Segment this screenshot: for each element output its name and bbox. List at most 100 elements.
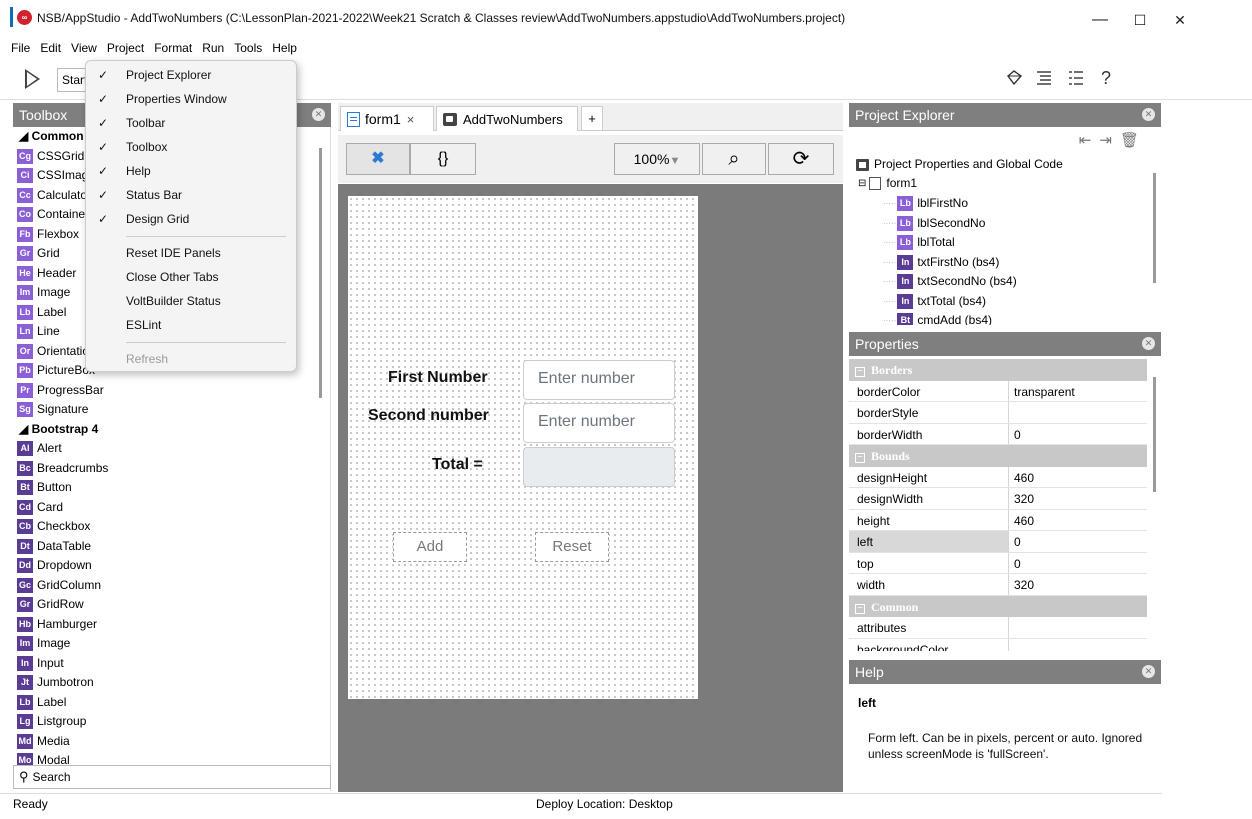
tree-control-item[interactable]: ····· Bt cmdAdd (bs4) <box>883 311 992 325</box>
property-row[interactable]: backgroundColor <box>849 638 1147 652</box>
property-value[interactable]: 320 <box>1009 574 1147 595</box>
tree-control-item[interactable]: ····· In txtSecondNo (bs4) <box>883 272 1017 292</box>
menu-run[interactable]: Run <box>197 38 229 60</box>
menu-help[interactable]: Help <box>267 38 302 60</box>
tab-close-icon[interactable]: × <box>407 112 415 127</box>
toolbox-item[interactable]: Pr ProgressBar <box>13 381 331 401</box>
collapse-icon[interactable]: − <box>855 367 865 377</box>
toolbox-item[interactable]: In Input <box>13 654 331 674</box>
property-row[interactable]: width 320 <box>849 574 1147 596</box>
refresh-icon[interactable]: ⟳ <box>768 143 834 175</box>
toolbox-item[interactable]: Md Media <box>13 732 331 752</box>
list-icon[interactable] <box>1030 68 1058 93</box>
toolbox-item[interactable]: Al Alert <box>13 439 331 459</box>
view-menu-item[interactable]: ✓ Status Bar <box>86 184 296 206</box>
property-value[interactable]: 460 <box>1009 467 1147 488</box>
help-icon[interactable]: ? <box>1092 68 1120 89</box>
toolbox-item[interactable]: Mo Modal <box>13 751 331 765</box>
property-category[interactable]: − Bounds <box>849 445 1147 467</box>
property-value[interactable]: 0 <box>1009 553 1147 574</box>
close-window-button[interactable]: ✕ <box>1160 6 1200 34</box>
explorer-scrollbar[interactable] <box>1153 173 1156 283</box>
toolbox-item[interactable]: Gc GridColumn <box>13 576 331 596</box>
property-row[interactable]: designWidth 320 <box>849 488 1147 510</box>
cmd-add-button[interactable]: Add <box>393 532 467 562</box>
menu-view[interactable]: View <box>66 38 102 60</box>
property-value[interactable]: 0 <box>1009 531 1147 552</box>
add-tab-button[interactable]: + <box>581 106 603 131</box>
tab-form1[interactable]: form1 × <box>340 106 434 131</box>
toolbox-item[interactable]: Bt Button <box>13 478 331 498</box>
property-row[interactable]: designHeight 460 <box>849 466 1147 488</box>
tree-control-item[interactable]: ····· In txtTotal (bs4) <box>883 292 986 312</box>
details-icon[interactable] <box>1062 68 1090 93</box>
tree-control-item[interactable]: ····· Lb lblTotal <box>883 233 955 253</box>
tree-control-item[interactable]: ····· In txtFirstNo (bs4) <box>883 253 999 273</box>
property-value[interactable]: transparent <box>1009 381 1147 402</box>
tab-addtwonumbers[interactable]: AddTwoNumbers <box>436 106 578 131</box>
property-value[interactable] <box>1009 639 1147 652</box>
view-menu-item[interactable]: ✓ Help <box>86 160 296 182</box>
view-menu-item[interactable]: ✓ Design Grid <box>86 208 296 230</box>
property-row[interactable]: left 0 <box>849 531 1147 553</box>
close-icon[interactable]: ✕ <box>1142 337 1155 350</box>
preview-search-icon[interactable]: ⌕ <box>702 143 766 175</box>
close-icon[interactable]: ✕ <box>1142 665 1155 678</box>
menu-project[interactable]: Project <box>102 38 149 60</box>
lbl-total[interactable]: Total = <box>432 456 483 474</box>
maximize-button[interactable]: ☐ <box>1120 6 1160 34</box>
txt-second-no[interactable]: Enter number <box>523 403 675 443</box>
toolbox-search[interactable]: ⚲ Search <box>13 765 331 789</box>
collapse-icon[interactable]: − <box>855 453 865 463</box>
menu-tools[interactable]: Tools <box>229 38 267 60</box>
menu-file[interactable]: File <box>6 38 35 60</box>
form1-design-surface[interactable]: First Number Second number Total = Enter… <box>348 196 698 699</box>
property-category[interactable]: − Borders <box>849 359 1147 381</box>
property-row[interactable]: borderColor transparent <box>849 380 1147 402</box>
toolbox-group-bootstrap[interactable]: ◢ Bootstrap 4 <box>13 420 331 440</box>
close-icon[interactable]: ✕ <box>312 108 325 121</box>
view-menu-action[interactable]: VoltBuilder Status <box>86 290 296 312</box>
zoom-select[interactable]: 100%▼ <box>614 143 700 175</box>
toolbox-item[interactable]: Cb Checkbox <box>13 517 331 537</box>
property-value[interactable]: 320 <box>1009 488 1147 509</box>
property-row[interactable]: borderStyle <box>849 402 1147 424</box>
property-row[interactable]: height 460 <box>849 509 1147 531</box>
menu-edit[interactable]: Edit <box>35 38 66 60</box>
toolbox-item[interactable]: Sg Signature <box>13 400 331 420</box>
property-value[interactable]: 0 <box>1009 424 1147 445</box>
property-category[interactable]: − Common <box>849 595 1147 617</box>
property-row[interactable]: borderWidth 0 <box>849 423 1147 445</box>
code-view-button[interactable]: {} <box>410 143 476 175</box>
design-view-button[interactable]: ✖ <box>346 143 410 175</box>
device-icon[interactable] <box>1000 68 1028 93</box>
collapse-icon[interactable]: − <box>855 603 865 614</box>
lbl-second-no[interactable]: Second number <box>368 407 489 425</box>
toolbox-scrollbar[interactable] <box>319 148 322 398</box>
property-value[interactable]: 460 <box>1009 510 1147 531</box>
view-menu-item[interactable]: ✓ Toolbox <box>86 136 296 158</box>
menu-format[interactable]: Format <box>149 38 197 60</box>
view-menu-item[interactable]: ✓ Project Explorer <box>86 64 296 86</box>
properties-scrollbar[interactable] <box>1153 377 1156 492</box>
minimize-button[interactable]: — <box>1080 6 1120 34</box>
toolbox-item[interactable]: Im Image <box>13 634 331 654</box>
toolbox-item[interactable]: Gr GridRow <box>13 595 331 615</box>
tree-control-item[interactable]: ····· Lb lblFirstNo <box>883 194 968 214</box>
tree-control-item[interactable]: ····· Lb lblSecondNo <box>883 214 985 234</box>
lbl-first-no[interactable]: First Number <box>388 369 488 387</box>
property-value[interactable] <box>1009 402 1147 423</box>
view-menu-action[interactable]: ESLint <box>86 314 296 336</box>
toolbox-item[interactable]: Lb Label <box>13 693 331 713</box>
view-menu-action[interactable]: Close Other Tabs <box>86 266 296 288</box>
toolbox-item[interactable]: Lg Listgroup <box>13 712 331 732</box>
search-input[interactable]: Search <box>33 770 71 784</box>
property-row[interactable]: attributes <box>849 617 1147 639</box>
txt-total[interactable] <box>523 447 675 487</box>
toolbox-item[interactable]: Hb Hamburger <box>13 615 331 635</box>
view-menu-item[interactable]: ✓ Properties Window <box>86 88 296 110</box>
txt-first-no[interactable]: Enter number <box>523 360 675 400</box>
toolbox-item[interactable]: Bc Breadcrumbs <box>13 459 331 479</box>
view-menu-action[interactable]: Reset IDE Panels <box>86 242 296 264</box>
property-value[interactable] <box>1009 617 1147 638</box>
